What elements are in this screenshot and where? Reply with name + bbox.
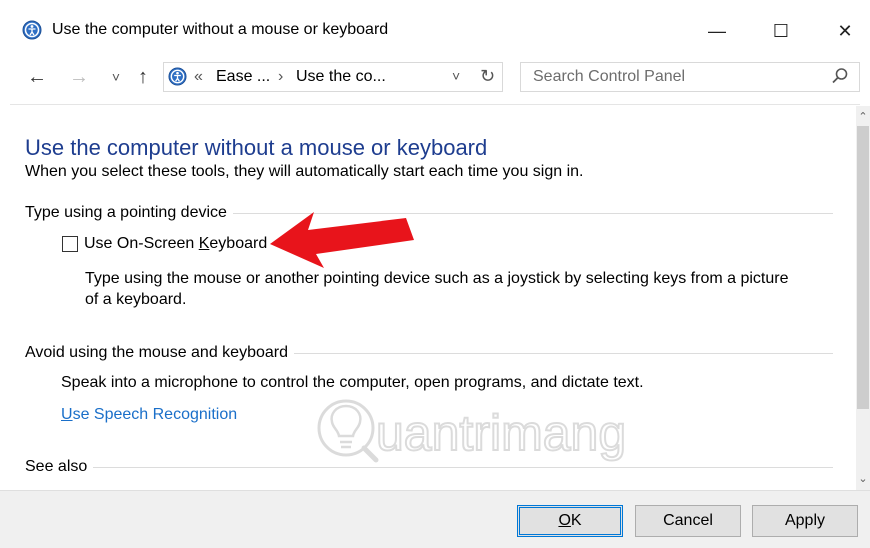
- up-button[interactable]: ↑: [130, 64, 156, 90]
- breadcrumb-current[interactable]: Use the co...: [296, 68, 386, 86]
- osk-description-line2: of a keyboard.: [85, 291, 187, 308]
- on-screen-keyboard-label[interactable]: Use On-Screen Keyboard: [84, 235, 267, 253]
- address-dropdown-button[interactable]: ˅: [452, 68, 460, 84]
- page-description: When you select these tools, they will a…: [25, 163, 584, 180]
- scroll-up-arrow-icon[interactable]: ⌃: [856, 108, 870, 124]
- search-input[interactable]: Search Control Panel: [533, 68, 685, 86]
- refresh-button[interactable]: ↻: [480, 66, 495, 87]
- cancel-button[interactable]: Cancel: [635, 505, 741, 537]
- scroll-down-arrow-icon[interactable]: ⌄: [856, 470, 870, 486]
- label-part: eyboard: [209, 235, 268, 252]
- back-button[interactable]: ←: [24, 64, 50, 90]
- on-screen-keyboard-checkbox[interactable]: [62, 236, 78, 252]
- watermark-logo: uantrimang: [317, 399, 627, 463]
- access-key: U: [61, 406, 73, 423]
- apply-button[interactable]: Apply: [752, 505, 858, 537]
- forward-button[interactable]: →: [66, 64, 92, 90]
- link-text: se Speech Recognition: [72, 406, 238, 423]
- recent-locations-button[interactable]: ˅: [103, 64, 129, 90]
- speech-recognition-link[interactable]: Use Speech Recognition: [61, 406, 237, 424]
- breadcrumb-ease-of-access[interactable]: Ease ...: [216, 68, 270, 86]
- ok-button[interactable]: OK: [517, 505, 623, 537]
- section-title-pointing-device: Type using a pointing device: [25, 204, 233, 222]
- speech-description: Speak into a microphone to control the c…: [61, 374, 644, 391]
- maximize-button[interactable]: ☐: [758, 14, 804, 48]
- button-label: K: [570, 512, 582, 529]
- minimize-button[interactable]: —: [694, 14, 740, 48]
- access-key: K: [198, 235, 210, 252]
- close-button[interactable]: ✕: [822, 14, 868, 48]
- osk-description-line1: Type using the mouse or another pointing…: [85, 270, 789, 287]
- label-part: Use On-Screen: [84, 235, 199, 252]
- breadcrumb-separator: ›: [278, 68, 284, 85]
- search-icon[interactable]: [830, 66, 850, 86]
- watermark-text: uantrimang: [376, 405, 626, 461]
- section-title-see-also: See also: [25, 458, 94, 476]
- control-panel-icon: [168, 67, 187, 86]
- window-title: Use the computer without a mouse or keyb…: [52, 21, 389, 38]
- page-title: Use the computer without a mouse or keyb…: [25, 135, 488, 160]
- access-key: O: [558, 512, 571, 529]
- ease-of-access-icon: [22, 20, 42, 40]
- red-pointer-arrow-icon: [270, 212, 414, 268]
- breadcrumb-overflow[interactable]: «: [194, 68, 203, 86]
- scrollbar-thumb[interactable]: [857, 126, 869, 409]
- section-title-avoid-mouse-keyboard: Avoid using the mouse and keyboard: [25, 344, 294, 362]
